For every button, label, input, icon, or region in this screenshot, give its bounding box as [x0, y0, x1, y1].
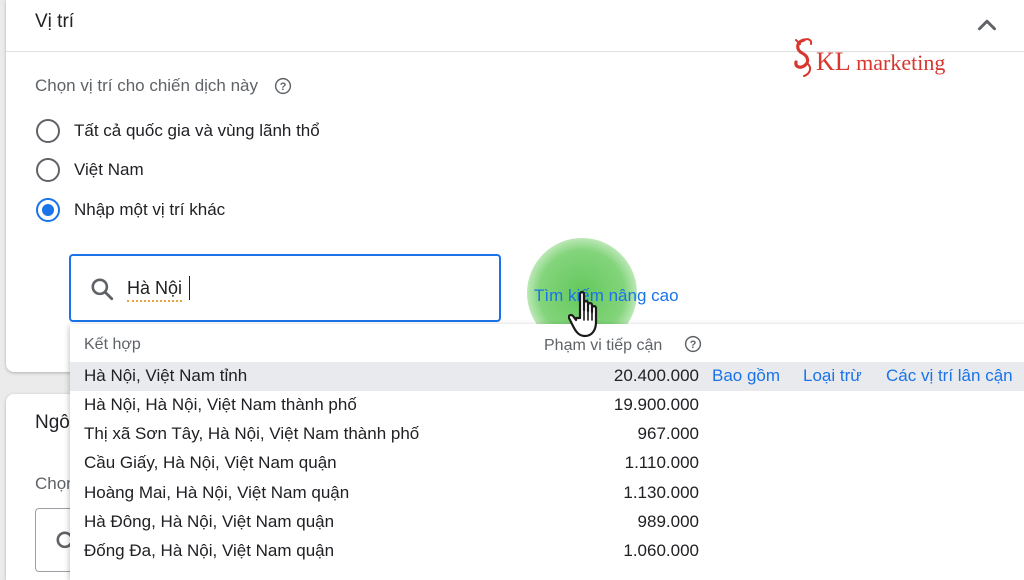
location-row[interactable]: Cầu Giấy, Hà Nội, Việt Nam quận 1.110.00…	[70, 449, 1024, 478]
dropdown-header: Kết hợp Phạm vi tiếp cận ?	[70, 324, 1024, 362]
radio-label: Việt Nam	[74, 160, 144, 179]
location-name: Hà Đông, Hà Nội, Việt Nam quận	[84, 512, 335, 531]
radio-button[interactable]	[36, 119, 60, 143]
radio-option-vietnam[interactable]: Việt Nam	[36, 156, 144, 184]
svg-text:?: ?	[280, 81, 287, 93]
help-icon[interactable]: ?	[684, 335, 702, 353]
exclude-button[interactable]: Loại trừ	[803, 366, 862, 386]
location-name: Hà Nội, Hà Nội, Việt Nam thành phố	[84, 395, 357, 414]
location-name: Hoàng Mai, Hà Nội, Việt Nam quận	[84, 483, 350, 502]
radio-button[interactable]	[36, 158, 60, 182]
location-reach: 967.000	[637, 424, 699, 443]
location-reach: 20.400.000	[613, 366, 699, 385]
location-row[interactable]: Thị xã Sơn Tây, Hà Nội, Việt Nam thành p…	[70, 420, 1024, 449]
column-header-match: Kết hợp	[84, 336, 141, 353]
location-reach: 19.900.000	[613, 395, 699, 414]
radio-label: Tất cả quốc gia và vùng lãnh thổ	[74, 121, 320, 140]
location-name: Thị xã Sơn Tây, Hà Nội, Việt Nam thành p…	[84, 424, 420, 443]
radio-label: Nhập một vị trí khác	[74, 200, 226, 219]
location-card-title: Vị trí	[35, 11, 75, 32]
location-reach: 1.060.000	[623, 541, 699, 560]
location-row[interactable]: Hà Nội, Hà Nội, Việt Nam thành phố 19.90…	[70, 391, 1024, 420]
section-label: Chọn vị trí cho chiến dịch này	[35, 76, 259, 95]
radio-button-selected[interactable]	[36, 198, 60, 222]
location-name: Hà Nội, Việt Nam tỉnh	[84, 366, 248, 385]
include-button[interactable]: Bao gồm	[712, 366, 780, 386]
location-suggestions-dropdown: Kết hợp Phạm vi tiếp cận ? Hà Nội, Việt …	[70, 324, 1024, 580]
location-reach: 1.130.000	[623, 483, 699, 502]
nearby-button[interactable]: Các vị trí lân cận	[886, 366, 1013, 386]
chevron-up-icon[interactable]	[972, 10, 1002, 40]
kl-marketing-logo: KL marketing	[790, 36, 960, 80]
svg-text:?: ?	[690, 339, 697, 351]
location-name: Cầu Giấy, Hà Nội, Việt Nam quận	[84, 453, 337, 472]
location-name: Đống Đa, Hà Nội, Việt Nam quận	[84, 541, 335, 560]
hand-cursor-icon	[568, 291, 598, 338]
text-caret	[189, 276, 190, 300]
location-reach: 989.000	[637, 512, 699, 531]
location-search-input[interactable]: Hà Nội	[69, 254, 501, 322]
search-icon	[91, 278, 114, 301]
location-row[interactable]: Hà Đông, Hà Nội, Việt Nam quận 989.000	[70, 508, 1024, 537]
location-reach: 1.110.000	[624, 453, 699, 472]
location-row[interactable]: Hà Nội, Việt Nam tỉnh 20.400.000 Bao gồm…	[70, 362, 1024, 391]
radio-option-other-location[interactable]: Nhập một vị trí khác	[36, 196, 225, 224]
help-icon[interactable]: ?	[274, 77, 292, 95]
search-value: Hà Nội	[127, 278, 183, 302]
radio-option-all-countries[interactable]: Tất cả quốc gia và vùng lãnh thổ	[36, 117, 320, 145]
language-card-title: Ngô	[35, 412, 70, 433]
location-row[interactable]: Đống Đa, Hà Nội, Việt Nam quận 1.060.000	[70, 537, 1024, 566]
location-row[interactable]: Hoàng Mai, Hà Nội, Việt Nam quận 1.130.0…	[70, 479, 1024, 508]
dragon-logo-icon	[794, 38, 813, 77]
logo-text: KL marketing	[816, 47, 946, 76]
